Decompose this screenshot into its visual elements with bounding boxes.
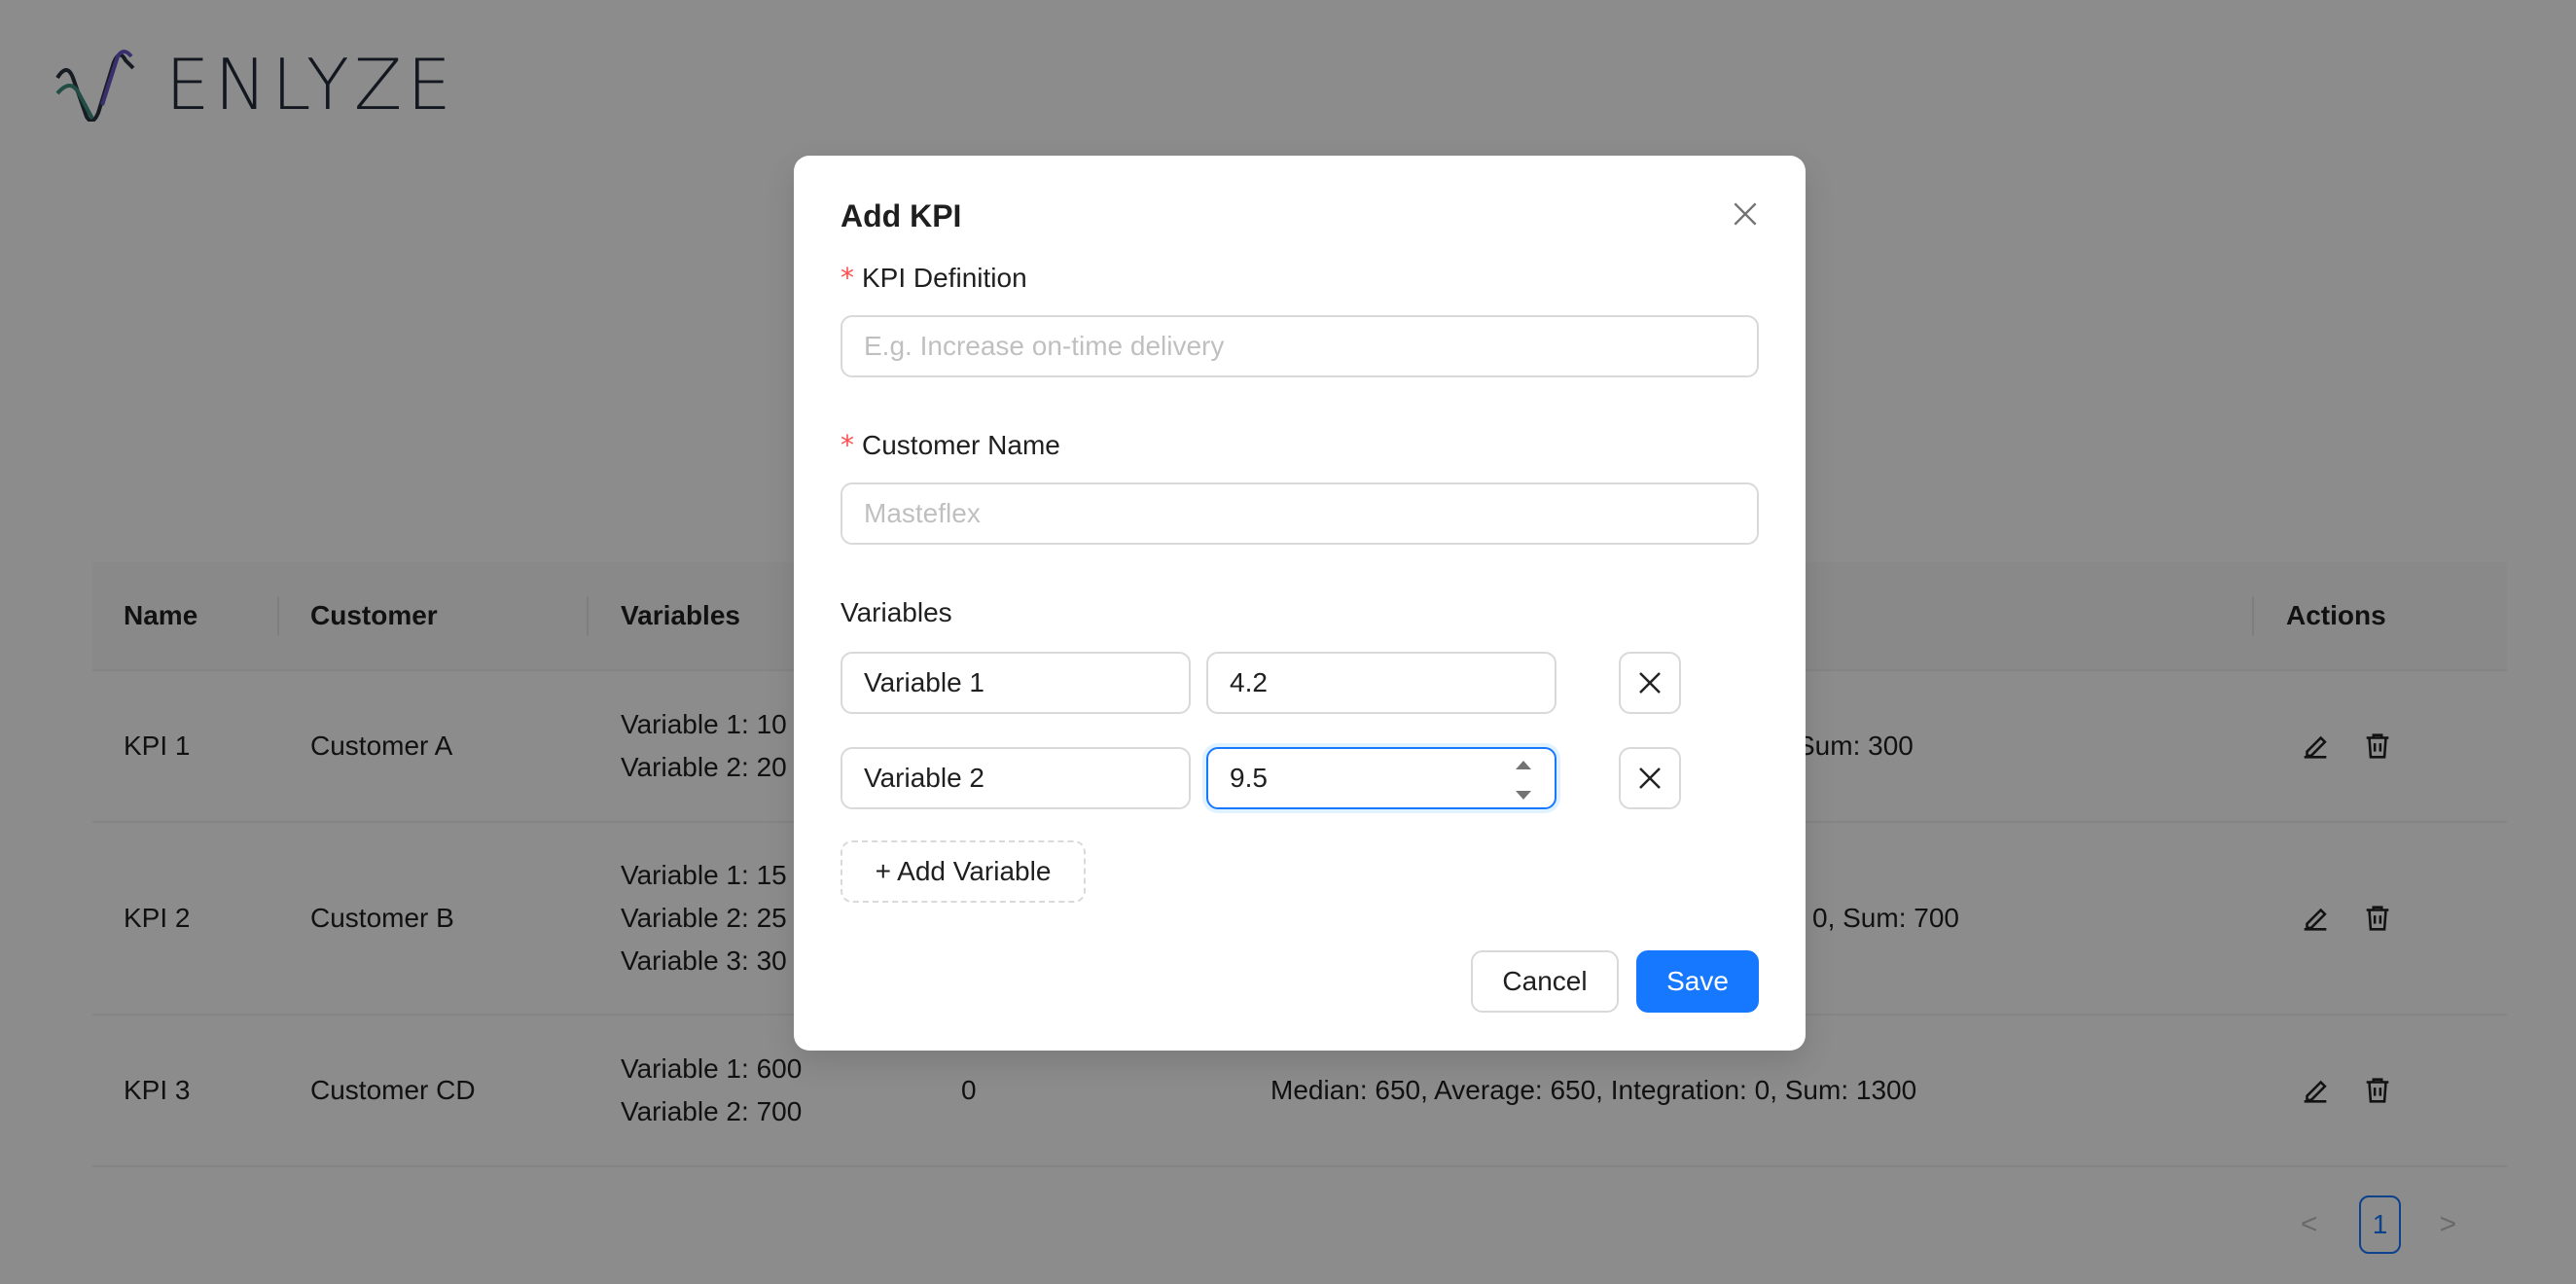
required-mark: * [841, 262, 854, 294]
modal-title: Add KPI [841, 198, 962, 233]
remove-variable-button[interactable] [1619, 652, 1681, 714]
caret-down-icon[interactable] [1516, 791, 1531, 800]
variable-value-input[interactable]: 9.5 [1206, 747, 1556, 809]
kpi-definition-label-text: KPI Definition [862, 263, 1027, 293]
customer-name-label: * Customer Name [841, 426, 1060, 465]
kpi-definition-input[interactable] [841, 315, 1759, 377]
save-button[interactable]: Save [1636, 950, 1759, 1013]
close-icon [1639, 767, 1661, 789]
customer-name-label-text: Customer Name [862, 430, 1060, 460]
variable-name-input[interactable]: Variable 2 [841, 747, 1191, 809]
close-icon [1639, 672, 1661, 694]
required-mark: * [841, 429, 854, 461]
variable-row: Variable 1 4.2 [841, 652, 1759, 714]
kpi-definition-label: * KPI Definition [841, 259, 1027, 298]
add-kpi-modal: Add KPI * KPI Definition * Customer Name V… [794, 156, 1806, 1051]
remove-variable-button[interactable] [1619, 747, 1681, 809]
variable-value-text: 9.5 [1230, 763, 1268, 793]
cancel-button[interactable]: Cancel [1471, 950, 1619, 1013]
variables-label: Variables [841, 597, 952, 627]
add-variable-button[interactable]: + Add Variable [841, 840, 1086, 903]
number-stepper[interactable] [1514, 761, 1533, 800]
variable-row: Variable 2 9.5 [841, 747, 1759, 809]
customer-name-input[interactable] [841, 482, 1759, 545]
close-icon[interactable] [1724, 193, 1767, 235]
variable-value-input[interactable]: 4.2 [1206, 652, 1556, 714]
variable-name-input[interactable]: Variable 1 [841, 652, 1191, 714]
caret-up-icon[interactable] [1516, 761, 1531, 769]
